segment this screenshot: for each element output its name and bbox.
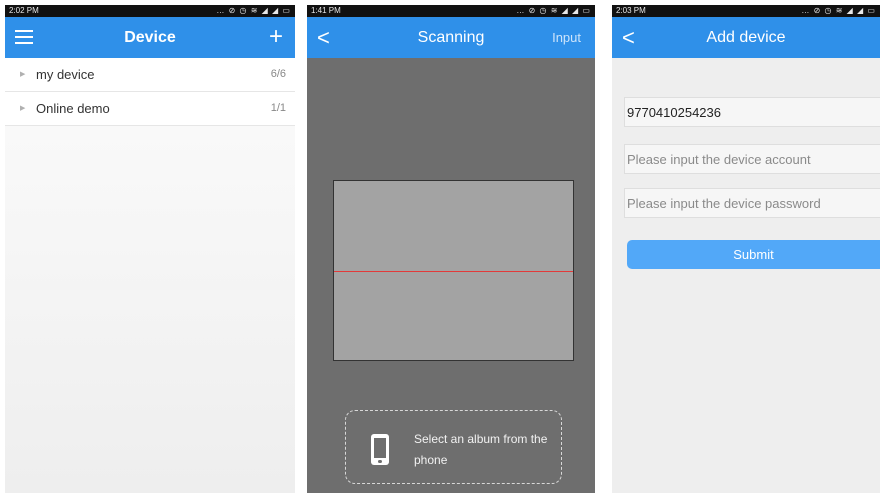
status-bar: 2:03 PM … ⊘ ◷ ≋ ◢ ◢ ▭: [612, 5, 880, 17]
expand-triangle-icon: ▶: [20, 105, 26, 112]
app-bar: Device +: [5, 17, 295, 58]
status-bar: 1:41 PM … ⊘ ◷ ≋ ◢ ◢ ▭: [307, 5, 595, 17]
expand-triangle-icon: ▶: [20, 71, 26, 78]
device-password-field[interactable]: [624, 188, 880, 218]
group-name: my device: [36, 67, 95, 82]
status-icons: … ⊘ ◷ ≋ ◢ ◢ ▭: [216, 6, 291, 15]
status-icons: … ⊘ ◷ ≋ ◢ ◢ ▭: [801, 6, 876, 15]
select-album-button[interactable]: Select an album from the phone: [345, 410, 562, 484]
phone-icon: [371, 434, 389, 465]
status-icons: … ⊘ ◷ ≋ ◢ ◢ ▭: [516, 6, 591, 15]
status-time: 2:03 PM: [616, 6, 646, 15]
group-count: 6/6: [270, 68, 286, 80]
app-bar: < Scanning Input: [307, 17, 595, 58]
scan-viewfinder: [333, 180, 574, 361]
device-list-screen: 2:02 PM … ⊘ ◷ ≋ ◢ ◢ ▭ Device + ▶ my devi…: [5, 5, 295, 493]
list-item-online-demo[interactable]: ▶ Online demo 1/1: [5, 92, 295, 126]
page-title: Device: [124, 29, 176, 46]
status-bar: 2:02 PM … ⊘ ◷ ≋ ◢ ◢ ▭: [5, 5, 295, 17]
device-id-field[interactable]: [624, 97, 880, 127]
group-name: Online demo: [36, 101, 110, 116]
album-label: Select an album from the phone: [414, 432, 548, 467]
device-group-list: ▶ my device 6/6 ▶ Online demo 1/1: [5, 58, 295, 126]
device-account-field[interactable]: [624, 144, 880, 174]
page-title: Add device: [706, 29, 786, 46]
add-device-screen: 2:03 PM … ⊘ ◷ ≋ ◢ ◢ ▭ < Add device Submi…: [612, 5, 880, 493]
submit-button[interactable]: Submit: [627, 240, 880, 269]
status-time: 2:02 PM: [9, 6, 39, 15]
add-device-button[interactable]: +: [269, 22, 283, 52]
status-time: 1:41 PM: [311, 6, 341, 15]
scan-line: [334, 271, 573, 272]
group-count: 1/1: [270, 102, 286, 114]
list-item-my-device[interactable]: ▶ my device 6/6: [5, 58, 295, 92]
input-manually-button[interactable]: Input: [552, 17, 581, 58]
app-bar: < Add device: [612, 17, 880, 58]
scanning-screen: 1:41 PM … ⊘ ◷ ≋ ◢ ◢ ▭ < Scanning Input S…: [307, 5, 595, 493]
